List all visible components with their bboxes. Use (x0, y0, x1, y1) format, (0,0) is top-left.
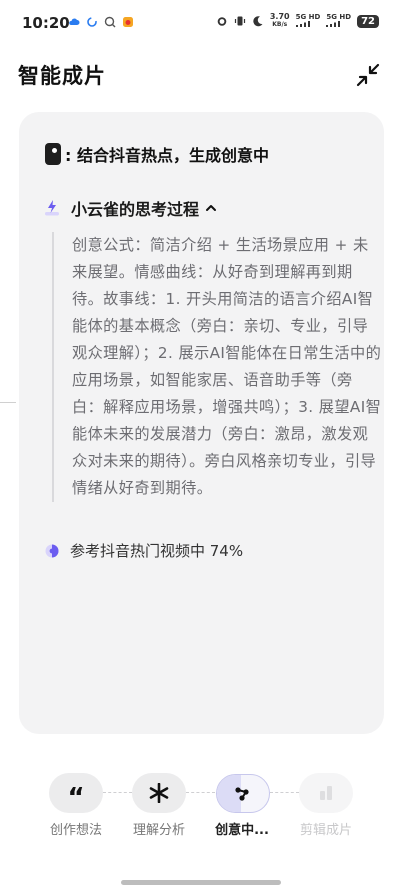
thinking-label: 小云雀的思考过程 (71, 200, 200, 219)
signal-bars-icon (326, 21, 341, 27)
battery-indicator: 72 (357, 14, 379, 28)
page-title: 智能成片 (18, 64, 106, 88)
bird-logo-icon (45, 143, 61, 165)
step-connector (186, 792, 215, 793)
step-create-idea[interactable]: “ (49, 773, 103, 813)
moon-icon (253, 16, 263, 27)
stage-status: : 结合抖音热点，生成创意中 (45, 142, 269, 166)
step-edit-video-label: 剪辑成片 (299, 823, 352, 838)
app-notification-icon (123, 17, 133, 27)
stage-text: : 结合抖音热点，生成创意中 (65, 146, 269, 165)
step-analyze-label: 理解分析 (132, 823, 185, 838)
step-connector (270, 792, 299, 793)
search-bubble-icon (104, 16, 116, 28)
thinking-toggle[interactable]: 小云雀的思考过程 (45, 196, 217, 220)
generation-card: : 结合抖音热点，生成创意中 小云雀的思考过程 创意公式：简洁介绍 + 生活场景… (19, 112, 384, 734)
vibrate-icon (234, 16, 245, 26)
reference-text: 参考抖音热门视频中 74% (70, 542, 244, 560)
net-speed-unit: KB/s (272, 21, 288, 28)
step-creating-label: 创意中... (215, 823, 269, 838)
nodes-icon (235, 786, 249, 801)
clip-icon (320, 786, 332, 800)
quote-icon: “ (67, 783, 85, 813)
step-create-idea-label: 创作想法 (49, 823, 102, 838)
lightning-icon (45, 200, 59, 216)
step-connector (103, 792, 132, 793)
edge-divider (0, 402, 16, 403)
alarm-icon (217, 17, 227, 26)
cloud-icon (69, 18, 80, 25)
reference-status: 参考抖音热门视频中 74% (45, 540, 243, 561)
signal-bars-icon (295, 21, 310, 27)
thought-process-text: 创意公式：简洁介绍 + 生活场景应用 + 未来展望。情感曲线：从好奇到理解再到期… (52, 232, 382, 502)
signal2-label: 5G HD (326, 13, 352, 21)
home-indicator[interactable] (121, 880, 281, 885)
status-bar: 10:20 3.70 KB/s 5G HD 5G HD 72 (0, 0, 401, 46)
signal1-label: 5G HD (295, 13, 321, 21)
collapse-arrows-icon[interactable] (355, 62, 381, 88)
chevron-up-icon (206, 205, 217, 211)
net-speed-value: 3.70 (269, 12, 290, 21)
asterisk-icon (149, 783, 169, 803)
step-edit-video[interactable] (299, 773, 353, 813)
step-creating[interactable] (216, 774, 270, 813)
progress-steps: “ 创作想法 理解分析 创意中... 剪辑成片 (0, 772, 401, 842)
step-analyze[interactable] (132, 773, 186, 813)
status-time: 10:20 (22, 14, 70, 32)
sync-icon (87, 17, 97, 27)
progress-half-circle-icon (45, 544, 59, 557)
